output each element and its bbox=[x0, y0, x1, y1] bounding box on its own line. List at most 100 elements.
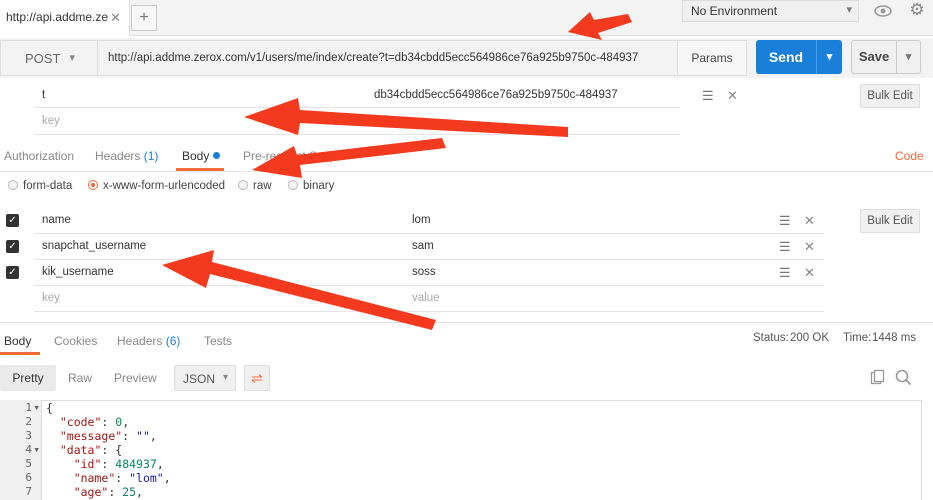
divider bbox=[34, 259, 824, 260]
send-label: Send bbox=[768, 49, 804, 65]
line-number: 6 bbox=[25, 471, 32, 484]
format-select[interactable]: JSON ▾ bbox=[174, 365, 236, 391]
pretty-button[interactable]: Pretty bbox=[0, 365, 56, 391]
arrow-params bbox=[244, 98, 568, 137]
param-value[interactable]: db34cbdd5ecc564986ce76a925b9750c-484937 bbox=[374, 89, 618, 101]
tab-body-label: Body bbox=[182, 149, 210, 163]
time-value: 1448 ms bbox=[872, 332, 917, 344]
close-icon[interactable]: ✕ bbox=[804, 265, 815, 281]
response-headers-count: (6) bbox=[165, 334, 181, 348]
method-label: POST bbox=[25, 51, 61, 66]
send-button[interactable]: Send ▾ bbox=[756, 40, 842, 74]
body-value[interactable]: soss bbox=[412, 266, 436, 278]
url-input[interactable]: http://api.addme.zerox.com/v1/users/me/i… bbox=[98, 40, 678, 76]
status-value: 200 OK bbox=[790, 332, 829, 344]
checkbox-checked-icon[interactable]: ✓ bbox=[6, 240, 19, 253]
code-line: { bbox=[46, 401, 53, 415]
code-link[interactable]: Code bbox=[895, 149, 924, 163]
radio-icon bbox=[288, 180, 298, 190]
divider bbox=[34, 107, 680, 108]
eye-icon[interactable] bbox=[870, 0, 896, 22]
divider bbox=[34, 285, 824, 286]
save-label: Save bbox=[858, 49, 890, 64]
code-line: "name": "lom", bbox=[73, 471, 171, 485]
divider bbox=[34, 233, 824, 234]
checkbox-checked-icon[interactable]: ✓ bbox=[6, 266, 19, 279]
tab-headers-label: Headers bbox=[95, 149, 141, 163]
active-tab-indicator bbox=[0, 352, 40, 355]
request-tab[interactable]: http://api.addme.ze ✕ bbox=[0, 0, 130, 36]
response-headers-label: Headers bbox=[117, 334, 163, 348]
menu-icon[interactable]: ☰ bbox=[702, 88, 714, 104]
preview-button[interactable]: Preview bbox=[114, 366, 157, 390]
line-number: 7 bbox=[25, 485, 32, 498]
param-key-input[interactable]: key bbox=[42, 115, 60, 127]
time-label: Time: bbox=[843, 332, 872, 344]
line-number: 2 bbox=[25, 415, 32, 428]
response-body-viewer[interactable] bbox=[42, 400, 922, 500]
radio-form-data[interactable]: form-data bbox=[8, 180, 72, 192]
tab-authorization[interactable]: Authorization bbox=[4, 149, 74, 163]
wrap-lines-icon[interactable]: ⇌ bbox=[244, 365, 270, 391]
response-tab-tests[interactable]: Tests bbox=[204, 334, 232, 348]
fold-toggle-icon[interactable]: ▾ bbox=[12, 401, 40, 414]
method-select[interactable]: POST ▾ bbox=[0, 40, 98, 76]
radio-urlencoded[interactable]: x-www-form-urlencoded bbox=[88, 180, 225, 192]
radio-raw[interactable]: raw bbox=[238, 180, 272, 192]
response-tab-headers[interactable]: Headers (6) bbox=[117, 334, 180, 348]
code-line: "code": 0, bbox=[59, 415, 130, 429]
environment-selected: No Environment bbox=[691, 4, 778, 18]
response-tab-cookies[interactable]: Cookies bbox=[54, 334, 97, 348]
raw-button[interactable]: Raw bbox=[68, 366, 92, 390]
param-key[interactable]: t bbox=[42, 89, 45, 101]
radio-label: x-www-form-urlencoded bbox=[103, 180, 226, 192]
copy-icon[interactable] bbox=[870, 369, 886, 388]
code-line: "id": 484937, bbox=[73, 457, 164, 471]
chevron-down-icon[interactable]: ▾ bbox=[896, 41, 920, 73]
param-value-input[interactable]: value bbox=[374, 115, 402, 127]
close-icon[interactable]: ✕ bbox=[804, 213, 815, 229]
tab-headers[interactable]: Headers (1) bbox=[95, 149, 158, 163]
search-icon[interactable] bbox=[895, 369, 912, 389]
radio-icon bbox=[238, 180, 248, 190]
body-key[interactable]: kik_username bbox=[42, 266, 114, 278]
response-tab-body[interactable]: Body bbox=[4, 334, 31, 348]
add-tab-button[interactable]: + bbox=[131, 5, 157, 31]
line-number: 5 bbox=[25, 457, 32, 470]
menu-icon[interactable]: ☰ bbox=[779, 213, 791, 229]
headers-count: (1) bbox=[143, 149, 159, 163]
status-label: Status: bbox=[753, 332, 789, 344]
close-icon[interactable]: ✕ bbox=[727, 88, 738, 104]
body-value[interactable]: sam bbox=[412, 240, 434, 252]
radio-icon bbox=[8, 180, 18, 190]
checkbox-checked-icon[interactable]: ✓ bbox=[6, 214, 19, 227]
divider bbox=[34, 134, 680, 135]
bulk-edit-button[interactable]: Bulk Edit bbox=[860, 209, 920, 233]
line-number: 3 bbox=[25, 429, 32, 442]
radio-label: raw bbox=[253, 180, 272, 192]
bulk-edit-button[interactable]: Bulk Edit bbox=[860, 84, 920, 108]
code-line: "age": 25, bbox=[73, 485, 143, 499]
params-button[interactable]: Params bbox=[677, 40, 747, 76]
chevron-down-icon[interactable]: ▾ bbox=[816, 40, 842, 74]
divider bbox=[0, 171, 933, 172]
radio-binary[interactable]: binary bbox=[288, 180, 334, 192]
body-key[interactable]: name bbox=[42, 214, 71, 226]
body-key[interactable]: snapchat_username bbox=[42, 240, 146, 252]
close-icon[interactable]: ✕ bbox=[804, 239, 815, 255]
menu-icon[interactable]: ☰ bbox=[779, 239, 791, 255]
body-key-input[interactable]: key bbox=[42, 292, 60, 304]
request-tab-title: http://api.addme.ze bbox=[6, 10, 109, 24]
environment-select[interactable]: No Environment ▾ bbox=[682, 0, 859, 22]
body-value-input[interactable]: value bbox=[412, 292, 440, 304]
chevron-down-icon: ▾ bbox=[846, 4, 852, 16]
save-button[interactable]: Save ▾ bbox=[851, 40, 921, 74]
menu-icon[interactable]: ☰ bbox=[779, 265, 791, 281]
close-icon[interactable]: ✕ bbox=[110, 10, 121, 26]
gear-icon[interactable]: ⚙ bbox=[903, 0, 931, 22]
tab-prerequest[interactable]: Pre-request Script bbox=[243, 149, 340, 163]
tab-body[interactable]: Body bbox=[182, 149, 221, 163]
fold-toggle-icon[interactable]: ▾ bbox=[12, 443, 40, 456]
body-value[interactable]: lom bbox=[412, 214, 431, 226]
radio-selected-icon bbox=[88, 180, 98, 190]
